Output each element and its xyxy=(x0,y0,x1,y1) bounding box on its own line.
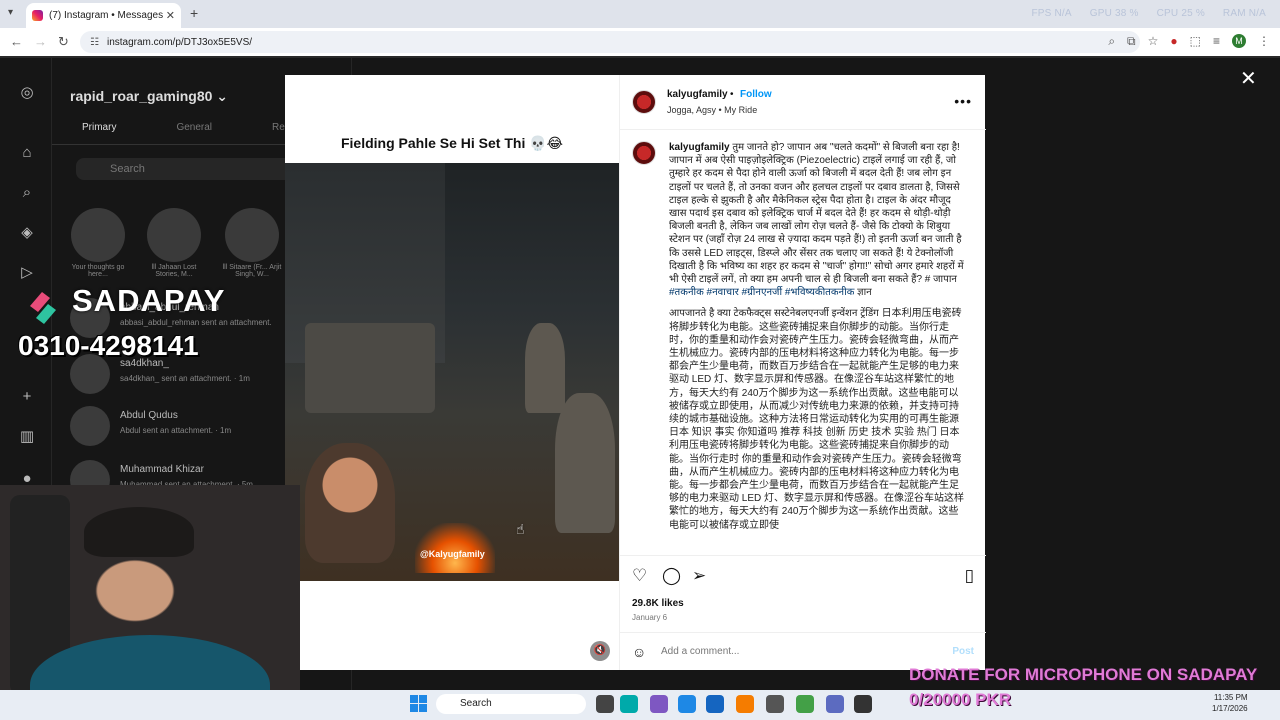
post-header: kalyugfamily • Follow Jogga, Agsy • My R… xyxy=(620,75,986,130)
new-tab-icon[interactable]: + xyxy=(190,5,198,21)
post-date: January 6 xyxy=(632,613,668,622)
sadapay-logo-icon xyxy=(30,292,56,324)
menu-kebab-icon[interactable]: ⋮ xyxy=(1258,34,1270,49)
save-bookmark-icon[interactable]: ▯ xyxy=(965,566,974,586)
site-info-icon[interactable]: ☷ xyxy=(90,37,99,48)
caption-author-avatar[interactable] xyxy=(632,141,656,165)
sadapay-phone: 0310-4298141 xyxy=(18,330,199,361)
comment-icon[interactable]: ◯ xyxy=(662,566,681,586)
copilot-icon[interactable] xyxy=(650,695,668,713)
forward-icon[interactable]: → xyxy=(34,34,47,49)
browser-actions: ⌕ ⧉ ☆ ● ⬚ ≡ M ⋮ xyxy=(1108,34,1270,49)
sadapay-brand: SADAPAY xyxy=(72,283,226,318)
profile-avatar[interactable]: M xyxy=(1232,34,1246,48)
fire-glow xyxy=(415,523,495,573)
inbox-tabs: Primary General Req xyxy=(82,122,290,133)
share-icon[interactable]: ➢ xyxy=(692,566,706,586)
perf-overlay: FPS N/A GPU 38 % CPU 25 % RAM N/A xyxy=(1031,8,1266,19)
likes-count[interactable]: 29.8K likes xyxy=(632,598,684,609)
post-video[interactable]: @Kalyugfamily xyxy=(285,163,619,581)
obs-icon[interactable] xyxy=(854,695,872,713)
rickshaw-shape xyxy=(305,323,435,413)
author-avatar[interactable] xyxy=(632,90,656,114)
explore-icon[interactable]: ◈ xyxy=(18,224,36,242)
close-modal-icon[interactable]: ✕ xyxy=(1240,66,1257,91)
mouse-cursor-icon: ☝ xyxy=(516,521,525,537)
install-icon[interactable]: ⧉ xyxy=(1127,34,1136,49)
search-icon[interactable]: ⌕ xyxy=(18,184,36,202)
vlc-icon[interactable] xyxy=(736,695,754,713)
home-icon[interactable]: ⌂ xyxy=(18,144,36,162)
more-options-icon[interactable]: ••• xyxy=(954,93,972,109)
browser-tabbar: ▾ (7) Instagram • Messages ✕ + FPS N/A G… xyxy=(0,0,1280,28)
store-icon[interactable] xyxy=(620,695,638,713)
reels-icon[interactable]: ▷ xyxy=(18,264,36,282)
back-icon[interactable]: ← xyxy=(10,34,23,49)
donate-line-1: DONATE FOR MICROPHONE ON SADAPAY xyxy=(909,665,1258,684)
story-note[interactable]: lll Sitaare (Fr... Arjit Singh, W... xyxy=(222,208,282,278)
app-icon[interactable] xyxy=(766,695,784,713)
caption-tail: ज्ञान xyxy=(854,287,872,299)
post-caption: kalyugfamily तुम जानते हो? जापान अब "चलत… xyxy=(669,141,965,555)
donate-line-2: 0/20000 PKR xyxy=(909,690,1012,709)
follow-button[interactable]: Follow xyxy=(740,89,772,100)
instagram-favicon-icon xyxy=(32,10,43,21)
caption-hindi: तुम जानते हो? जापान अब "चलते कदमों" से ब… xyxy=(669,142,964,286)
face-inset xyxy=(305,443,395,563)
post-details-panel: kalyugfamily • Follow Jogga, Agsy • My R… xyxy=(619,75,986,670)
perf-cpu: CPU 25 % xyxy=(1156,8,1205,19)
reload-icon[interactable]: ↻ xyxy=(58,34,69,50)
tab-title: (7) Instagram • Messages xyxy=(49,10,164,21)
outlook-icon[interactable] xyxy=(706,695,724,713)
streamer-webcam xyxy=(0,485,300,720)
perf-fps: FPS N/A xyxy=(1031,8,1072,19)
donate-overlay: DONATE FOR MICROPHONE ON SADAPAY 0/20000… xyxy=(909,662,1257,712)
extension-icon[interactable]: ● xyxy=(1170,34,1177,49)
video-watermark: @Kalyugfamily xyxy=(420,549,485,559)
reading-list-icon[interactable]: ≡ xyxy=(1213,34,1220,49)
discord-icon[interactable] xyxy=(826,695,844,713)
tab-close-icon[interactable]: ✕ xyxy=(166,9,175,22)
tab-primary[interactable]: Primary xyxy=(82,122,116,133)
bookmark-star-icon[interactable]: ☆ xyxy=(1148,34,1159,49)
dashboard-icon[interactable]: ▥ xyxy=(18,428,36,446)
caption-hashtags[interactable]: #तकनीक #नवाचार #ग्रीनएनर्जी #भविष्यकीतकन… xyxy=(669,287,854,298)
account-username[interactable]: rapid_roar_gaming80 ⌄ xyxy=(70,88,228,105)
caption-username[interactable]: kalyugfamily xyxy=(669,142,730,153)
tab-general[interactable]: General xyxy=(176,122,212,133)
perf-ram: RAM N/A xyxy=(1222,8,1266,19)
story-note[interactable]: lll Jahaan Lost Stories, M... xyxy=(144,208,204,278)
like-heart-icon[interactable]: ♡ xyxy=(632,566,647,586)
address-bar[interactable]: ☷ instagram.com/p/DTJ3ox5E5VS/ xyxy=(80,31,1140,53)
story-note[interactable]: Your thoughts go here... xyxy=(68,208,128,278)
tab-instagram[interactable]: (7) Instagram • Messages ✕ xyxy=(26,3,181,28)
post-media-panel: Fielding Pahle Se Hi Set Thi 💀😂 @Kalyugf… xyxy=(285,75,619,670)
edge-icon[interactable] xyxy=(678,695,696,713)
post-actions: ♡ ◯ ➢ ▯ 29.8K likes January 6 ☺ Add a co… xyxy=(620,555,986,670)
caption-cjk: आपजानते है क्या टेकफैक्ट्स सस्टेनेबलएनर्… xyxy=(669,308,965,531)
emoji-icon[interactable]: ☺ xyxy=(632,644,646,660)
url-text: instagram.com/p/DTJ3ox5E5VS/ xyxy=(106,36,253,48)
task-view-icon[interactable] xyxy=(596,695,614,713)
instagram-logo-icon[interactable]: ◎ xyxy=(18,84,36,102)
comment-input[interactable]: Add a comment... xyxy=(661,646,739,657)
post-comment-button[interactable]: Post xyxy=(952,646,974,657)
taskbar-search[interactable]: Search xyxy=(436,694,586,714)
zoom-icon[interactable]: ⌕ xyxy=(1108,34,1115,49)
chrome-icon[interactable] xyxy=(796,695,814,713)
post-location[interactable]: Jogga, Agsy • My Ride xyxy=(667,105,757,115)
author-username[interactable]: kalyugfamily xyxy=(667,89,728,100)
windows-start-icon[interactable] xyxy=(410,695,427,712)
mute-icon[interactable]: 🔇 xyxy=(590,641,610,661)
create-icon[interactable]: + xyxy=(18,388,36,406)
puzzle-icon[interactable]: ⬚ xyxy=(1190,34,1201,49)
perf-gpu: GPU 38 % xyxy=(1089,8,1139,19)
media-title: Fielding Pahle Se Hi Set Thi 💀😂 xyxy=(340,135,564,151)
tab-search-icon[interactable]: ▾ xyxy=(8,7,13,18)
